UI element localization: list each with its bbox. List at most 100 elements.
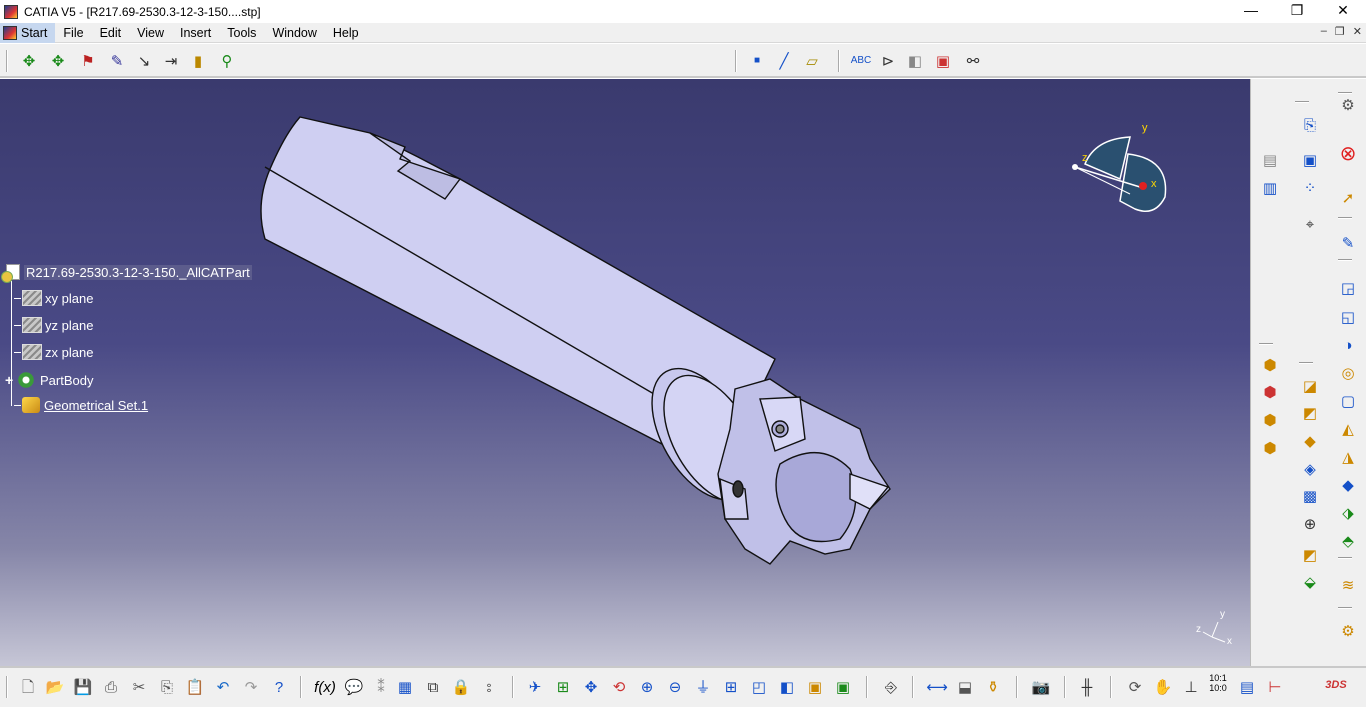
open-icon[interactable]: 📂 — [44, 676, 66, 698]
paste-icon[interactable]: 📋 — [184, 676, 206, 698]
tree-item-zx-plane[interactable]: zx plane — [14, 344, 93, 360]
toolbar-grip[interactable] — [1338, 607, 1352, 609]
add-material-icon[interactable]: ◩ — [1299, 544, 1321, 566]
fly-mode-icon[interactable]: ✈ — [524, 676, 546, 698]
close-surface-icon[interactable]: ≋ — [1337, 574, 1359, 596]
fix-together-icon[interactable]: ✥ — [47, 50, 69, 72]
tree-root[interactable]: R217.69-2530.3-12-3-150._AllCATPart — [1, 264, 252, 283]
print-icon[interactable]: ⎙ — [100, 676, 122, 698]
fix-constraint-icon[interactable]: ✥ — [18, 50, 40, 72]
save-icon[interactable]: 💾 — [72, 676, 94, 698]
line-icon[interactable]: ╱ — [773, 50, 795, 72]
law-icon[interactable]: ⁑ — [370, 676, 392, 698]
scan-icon[interactable]: ▤ — [1259, 149, 1281, 171]
hole-icon[interactable]: ◎ — [1337, 362, 1359, 384]
pad-icon[interactable]: ◲ — [1337, 277, 1359, 299]
toolbar-grip[interactable] — [300, 676, 302, 698]
zoom-in-icon[interactable]: ⊕ — [636, 676, 658, 698]
surface-icon[interactable]: ⬢ — [1259, 354, 1281, 376]
swap-space-icon[interactable]: ▣ — [832, 676, 854, 698]
toolbar-grip-2[interactable] — [735, 50, 737, 72]
shell-icon[interactable]: ◆ — [1299, 430, 1321, 452]
sketch-based-icon[interactable]: ▣ — [1299, 149, 1321, 171]
tree-item-xy-plane[interactable]: xy plane — [14, 290, 93, 306]
toolbar-grip[interactable] — [1016, 676, 1018, 698]
hand-icon[interactable]: ✋ — [1152, 676, 1174, 698]
toolbar-grip[interactable] — [1110, 676, 1112, 698]
manipulate-icon[interactable]: ⚑ — [77, 50, 99, 72]
insert-icon[interactable]: ⎆ — [880, 676, 902, 698]
multi-section-icon[interactable]: ▩ — [1299, 485, 1321, 507]
menu-insert[interactable]: Insert — [172, 23, 219, 43]
measure-item-icon[interactable]: ⬓ — [954, 676, 976, 698]
draft-icon[interactable]: ◭ — [1337, 418, 1359, 440]
grid-icon[interactable]: ╫ — [1076, 676, 1098, 698]
flag-note-icon[interactable]: ⊳ — [877, 50, 899, 72]
fit-all-icon[interactable]: ⊞ — [552, 676, 574, 698]
select-cursor-icon[interactable]: ➚ — [1337, 187, 1359, 209]
whats-this-icon[interactable]: ? — [268, 676, 290, 698]
menu-help[interactable]: Help — [325, 23, 367, 43]
point-grid-icon[interactable]: ⁘ — [1299, 177, 1321, 199]
new-icon[interactable]: 🗋 — [17, 676, 39, 698]
distance-icon[interactable]: ⇥ — [160, 50, 182, 72]
doc-close-button[interactable]: ✕ — [1353, 25, 1362, 38]
exit-workbench-icon[interactable]: ⊗ — [1337, 142, 1359, 165]
target-icon[interactable]: ⊕ — [1299, 513, 1321, 535]
doc-restore-button[interactable]: ❐ — [1335, 25, 1345, 38]
toolbar-grip[interactable] — [1295, 101, 1309, 103]
measure-inertia-icon[interactable]: ⚱ — [982, 676, 1004, 698]
toolbar-grip[interactable] — [866, 676, 868, 698]
shading-icon[interactable]: ◧ — [776, 676, 798, 698]
transform-icon[interactable]: ⬢ — [1259, 409, 1281, 431]
normal-view-icon[interactable]: ⏚ — [692, 676, 714, 698]
menu-edit[interactable]: Edit — [92, 23, 130, 43]
plane-icon[interactable]: ▱ — [801, 50, 823, 72]
thickness-icon[interactable]: ◮ — [1337, 446, 1359, 468]
formula-icon[interactable]: f(x) — [314, 676, 336, 698]
settings-gear-icon[interactable]: ⚙ — [1337, 94, 1359, 116]
toolbar-grip[interactable] — [6, 676, 8, 698]
constraint-icon[interactable]: ⚯ — [962, 50, 984, 72]
scale-icon[interactable]: 10:1 10:0 — [1206, 672, 1230, 694]
text-annotation-icon[interactable]: ABC — [850, 50, 872, 72]
menu-view[interactable]: View — [129, 23, 172, 43]
annotation-plane-icon[interactable]: ▣ — [932, 50, 954, 72]
menu-file[interactable]: File — [55, 23, 91, 43]
doc-minimize-button[interactable]: – — [1321, 25, 1327, 38]
rule-icon[interactable]: ⦂ — [478, 676, 500, 698]
toolbar-grip[interactable] — [912, 676, 914, 698]
mirror-icon[interactable]: ⬢ — [1259, 437, 1281, 459]
3d-curve-icon[interactable]: ▥ — [1259, 177, 1281, 199]
undo-icon[interactable]: ↶ — [212, 676, 234, 698]
shaft-icon[interactable]: ◑ — [1337, 334, 1359, 356]
groove-icon[interactable]: ▢ — [1337, 390, 1359, 412]
toolbar-grip[interactable] — [512, 676, 514, 698]
measure-icon[interactable]: ▮ — [187, 50, 209, 72]
menu-start[interactable]: Start — [0, 22, 56, 43]
multi-view-icon[interactable]: ⊞ — [720, 676, 742, 698]
copy-icon[interactable]: ⎘ — [156, 676, 178, 698]
sketch-icon[interactable]: ⎘ — [1299, 114, 1321, 136]
measure-between-icon[interactable]: ⟷ — [926, 676, 948, 698]
rotate-icon[interactable]: ⟲ — [608, 676, 630, 698]
design-table-icon[interactable]: ▦ — [394, 676, 416, 698]
toolbar-grip[interactable] — [1338, 217, 1352, 219]
sketcher-icon[interactable]: ✎ — [1337, 232, 1359, 254]
tree-item-yz-plane[interactable]: yz plane — [14, 317, 93, 333]
snap-point-icon[interactable]: ⌖ — [1299, 213, 1321, 235]
hide-show-icon[interactable]: ▣ — [804, 676, 826, 698]
menu-tools[interactable]: Tools — [219, 23, 264, 43]
part-geometry[interactable] — [0, 79, 1250, 666]
boolean-icon[interactable]: ⬢ — [1259, 381, 1281, 403]
redo-icon[interactable]: ↷ — [240, 676, 262, 698]
toolbar-grip-3[interactable] — [838, 50, 840, 72]
tree-item-partbody[interactable]: + PartBody — [5, 371, 93, 389]
filter-icon[interactable]: ▤ — [1236, 676, 1258, 698]
close-button[interactable]: ✕ — [1320, 0, 1366, 23]
toolbar-grip[interactable] — [1064, 676, 1066, 698]
cut-icon[interactable]: ✂ — [128, 676, 150, 698]
menu-window[interactable]: Window — [264, 23, 324, 43]
minimize-button[interactable]: — — [1228, 0, 1274, 23]
capture-icon[interactable]: 📷 — [1030, 676, 1052, 698]
